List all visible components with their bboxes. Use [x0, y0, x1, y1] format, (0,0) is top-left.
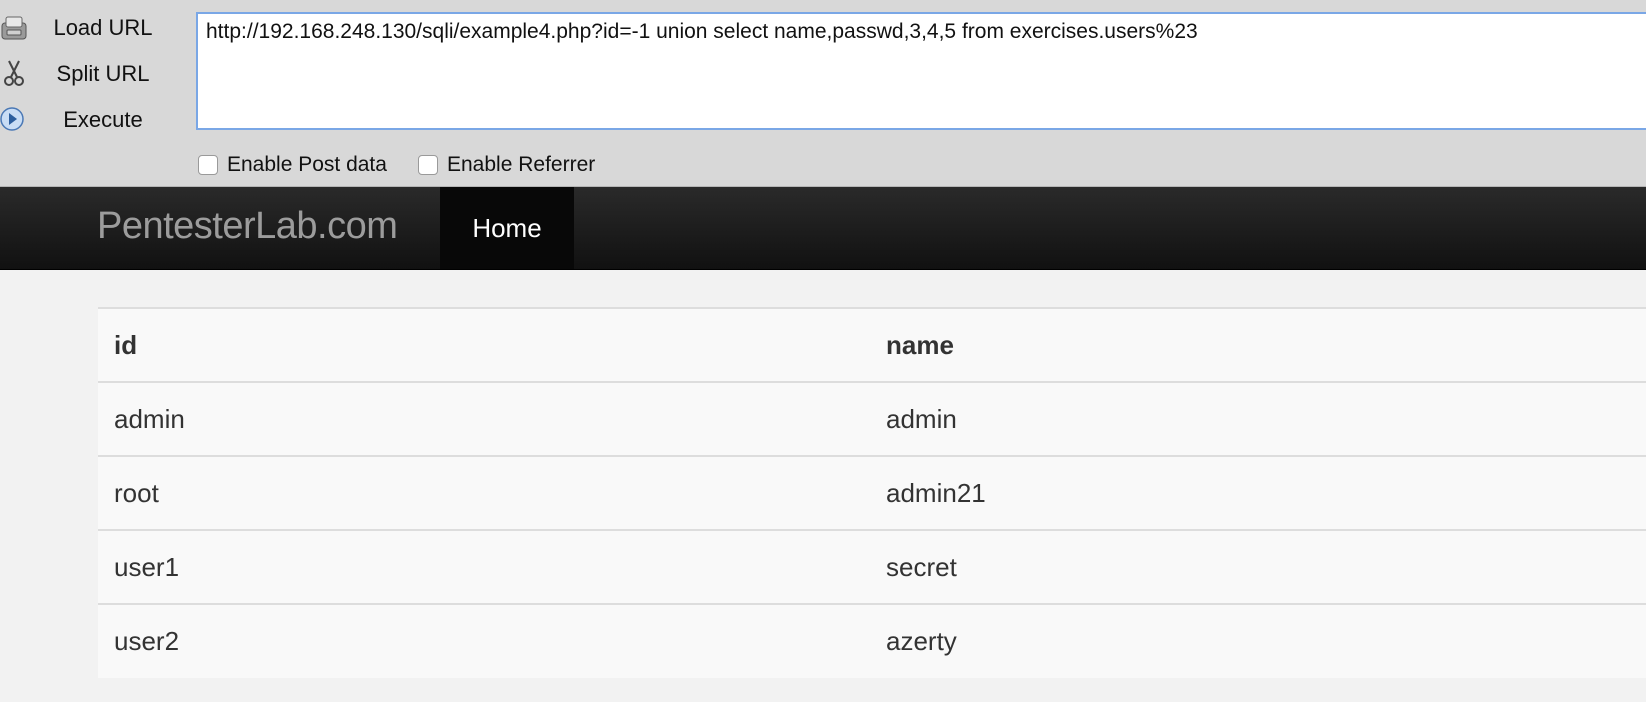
- table-cell-id: root: [98, 455, 870, 530]
- table-cell-id: user1: [98, 529, 870, 604]
- results-table-wrapper: id name admin admin root admin21 user1 s…: [98, 307, 1646, 678]
- load-url-icon: [0, 13, 28, 41]
- nav-home-link[interactable]: Home: [440, 187, 574, 269]
- table-row: user2 azerty: [98, 603, 1646, 678]
- load-url-button[interactable]: Load URL: [0, 7, 180, 47]
- load-url-label: Load URL: [53, 15, 153, 40]
- results-table: id name admin admin root admin21 user1 s…: [98, 307, 1646, 678]
- referrer-checkbox[interactable]: [418, 155, 438, 175]
- site-navbar: PentesterLab.com Home: [0, 187, 1646, 270]
- table-row: user1 secret: [98, 529, 1646, 604]
- table-cell-name: secret: [870, 529, 1646, 604]
- execute-label: Execute: [63, 107, 143, 132]
- table-row: root admin21: [98, 455, 1646, 530]
- post-data-checkbox[interactable]: [198, 155, 218, 175]
- column-header-name: name: [870, 307, 1646, 382]
- post-data-label: Enable Post data: [227, 153, 387, 176]
- referrer-label: Enable Referrer: [447, 153, 596, 176]
- table-cell-name: azerty: [870, 603, 1646, 678]
- url-input[interactable]: http://192.168.248.130/sqli/example4.php…: [196, 12, 1646, 130]
- enable-referrer-option[interactable]: Enable Referrer: [418, 150, 595, 180]
- table-cell-name: admin: [870, 381, 1646, 456]
- split-url-label: Split URL: [56, 61, 150, 86]
- table-cell-name: admin21: [870, 455, 1646, 530]
- split-url-button[interactable]: Split URL: [0, 53, 180, 93]
- table-row: admin admin: [98, 381, 1646, 456]
- scissors-icon: [0, 59, 28, 87]
- main-content: id name admin admin root admin21 user1 s…: [0, 270, 1646, 702]
- table-cell-id: admin: [98, 381, 870, 456]
- execute-button[interactable]: Execute: [0, 99, 180, 139]
- enable-post-data-option[interactable]: Enable Post data: [198, 150, 387, 180]
- play-icon: [0, 105, 28, 133]
- column-header-id: id: [98, 307, 870, 382]
- table-header-row: id name: [98, 307, 1646, 382]
- table-cell-id: user2: [98, 603, 870, 678]
- hackbar-panel: Load URL Split URL Execute http://192.16…: [0, 0, 1646, 187]
- brand-logo[interactable]: PentesterLab.com: [97, 205, 398, 248]
